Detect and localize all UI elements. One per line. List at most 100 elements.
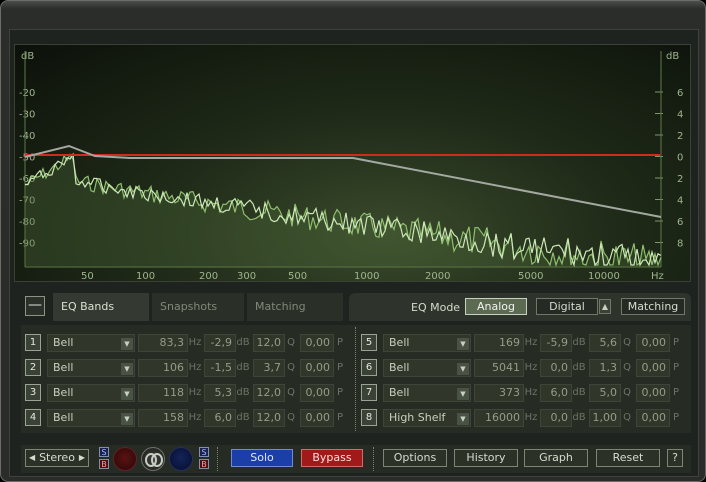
band-type-select[interactable]: Bell ▼ (47, 384, 135, 402)
right-channel-knob[interactable] (169, 447, 193, 471)
band-p-field[interactable]: 0,00 (300, 409, 334, 427)
band-number-button[interactable]: 1 (25, 334, 41, 351)
bypass-right-toggle[interactable]: B (199, 459, 209, 469)
graph-button[interactable]: Graph (524, 449, 588, 467)
band-row: 1 Bell ▼ 83,3 Hz -2,9 dB 12,0 Q 0,00 P (25, 333, 351, 353)
band-frequency-field[interactable]: 5041 (474, 359, 524, 377)
collapse-button[interactable]: — (25, 296, 45, 316)
band-frequency-field[interactable]: 106 (138, 359, 188, 377)
band-p-field[interactable]: 0,00 (636, 384, 670, 402)
chevron-down-icon[interactable]: ▼ (121, 338, 133, 350)
options-button[interactable]: Options (383, 449, 447, 467)
bottom-toolbar: ◀ Stereo ▶ S B S B Solo Bypass Options H… (21, 445, 691, 473)
band-q-field[interactable]: 12,0 (253, 384, 285, 402)
frequency-tick: 10000 (588, 271, 620, 282)
left-axis-title: dB (21, 51, 34, 62)
eq-mode-panel: EQ Mode Analog Digital ▲ Matching (349, 293, 691, 321)
band-q-field[interactable]: 1,00 (589, 409, 621, 427)
band-frequency-field[interactable]: 83,3 (138, 334, 188, 352)
tab-matching[interactable]: Matching (247, 293, 343, 321)
band-gain-field[interactable]: 6,0 (204, 409, 236, 427)
frequency-unit: Hz (188, 362, 202, 373)
band-frequency-field[interactable]: 16000 (474, 409, 524, 427)
band-q-field[interactable]: 5,0 (589, 384, 621, 402)
band-p-field[interactable]: 0,00 (636, 409, 670, 427)
band-frequency-field[interactable]: 169 (474, 334, 524, 352)
band-gain-field[interactable]: 0,0 (540, 409, 572, 427)
frequency-tick: 1000 (354, 271, 379, 282)
band-number-button[interactable]: 4 (25, 409, 41, 426)
band-gain-field[interactable]: -5,9 (540, 334, 572, 352)
band-q-field[interactable]: 5,6 (589, 334, 621, 352)
band-gain-field[interactable]: -1,5 (204, 359, 236, 377)
chevron-down-icon[interactable]: ▼ (457, 338, 469, 350)
p-unit: P (672, 412, 680, 423)
reset-button[interactable]: Reset (596, 449, 660, 467)
band-gain-field[interactable]: -2,9 (204, 334, 236, 352)
eq-graph[interactable]: dB dB -20 -30 -40 -50 -60 -70 -80 -90 64202468 … (14, 44, 691, 282)
tab-eq-bands[interactable]: EQ Bands (53, 293, 149, 321)
help-button[interactable]: ? (667, 449, 683, 467)
solo-button[interactable]: Solo (231, 449, 293, 467)
q-unit: Q (287, 362, 295, 373)
band-gain-field[interactable]: 5,3 (204, 384, 236, 402)
digital-mode-button[interactable]: Digital (536, 298, 598, 315)
band-p-field[interactable]: 0,00 (300, 334, 334, 352)
band-number-button[interactable]: 7 (361, 384, 377, 401)
band-frequency-field[interactable]: 118 (138, 384, 188, 402)
band-frequency-field[interactable]: 158 (138, 409, 188, 427)
band-q-field[interactable]: 1,3 (589, 359, 621, 377)
stereo-next-icon[interactable]: ▶ (79, 450, 85, 466)
link-icon[interactable] (141, 447, 165, 471)
chevron-down-icon[interactable]: ▼ (121, 413, 133, 425)
band-p-field[interactable]: 0,00 (300, 359, 334, 377)
bypass-button[interactable]: Bypass (301, 449, 363, 467)
gain-unit: dB (572, 337, 586, 348)
digital-mode-spin-icon[interactable]: ▲ (599, 299, 611, 314)
band-type-select[interactable]: Bell ▼ (47, 359, 135, 377)
band-q-field[interactable]: 3,7 (253, 359, 285, 377)
eq-mode-label: EQ Mode (411, 301, 461, 314)
band-number-button[interactable]: 8 (361, 409, 377, 426)
band-gain-field[interactable]: 0,0 (540, 359, 572, 377)
band-frequency-field[interactable]: 373 (474, 384, 524, 402)
band-p-field[interactable]: 0,00 (636, 334, 670, 352)
band-type-label: Bell (53, 361, 74, 374)
right-axis-tick: 2 (677, 131, 683, 142)
band-p-field[interactable]: 0,00 (300, 384, 334, 402)
band-type-select[interactable]: Bell ▼ (47, 334, 135, 352)
band-type-select[interactable]: High Shelf ▼ (383, 409, 471, 427)
frequency-tick: Hz (651, 271, 664, 282)
band-type-select[interactable]: Bell ▼ (383, 359, 471, 377)
band-type-select[interactable]: Bell ▼ (383, 334, 471, 352)
band-type-select[interactable]: Bell ▼ (47, 409, 135, 427)
analog-mode-button[interactable]: Analog (465, 298, 527, 315)
frequency-unit: Hz (188, 337, 202, 348)
chevron-down-icon[interactable]: ▼ (457, 363, 469, 375)
chevron-down-icon[interactable]: ▼ (457, 413, 469, 425)
matching-mode-button[interactable]: Matching (621, 298, 685, 315)
stereo-selector[interactable]: ◀ Stereo ▶ (25, 449, 89, 467)
left-channel-knob[interactable] (113, 447, 137, 471)
band-gain-field[interactable]: 6,0 (540, 384, 572, 402)
chevron-down-icon[interactable]: ▼ (457, 388, 469, 400)
band-number-button[interactable]: 6 (361, 359, 377, 376)
band-q-field[interactable]: 12,0 (253, 334, 285, 352)
band-type-select[interactable]: Bell ▼ (383, 384, 471, 402)
history-button[interactable]: History (454, 449, 518, 467)
tab-snapshots[interactable]: Snapshots (152, 293, 244, 321)
band-number-button[interactable]: 2 (25, 359, 41, 376)
band-q-field[interactable]: 12,0 (253, 409, 285, 427)
stereo-prev-icon[interactable]: ◀ (29, 450, 35, 466)
chevron-down-icon[interactable]: ▼ (121, 388, 133, 400)
band-number-button[interactable]: 5 (361, 334, 377, 351)
chevron-down-icon[interactable]: ▼ (121, 363, 133, 375)
solo-right-toggle[interactable]: S (199, 447, 209, 457)
right-axis-tick: 4 (677, 196, 683, 207)
band-p-field[interactable]: 0,00 (636, 359, 670, 377)
spectrum-traces (24, 152, 662, 268)
band-number-button[interactable]: 3 (25, 384, 41, 401)
solo-left-toggle[interactable]: S (99, 447, 109, 457)
eq-graph-svg[interactable]: dB dB -20-30-40-50-60-70-80-90 64202468 … (15, 45, 692, 283)
bypass-left-toggle[interactable]: B (99, 459, 109, 469)
